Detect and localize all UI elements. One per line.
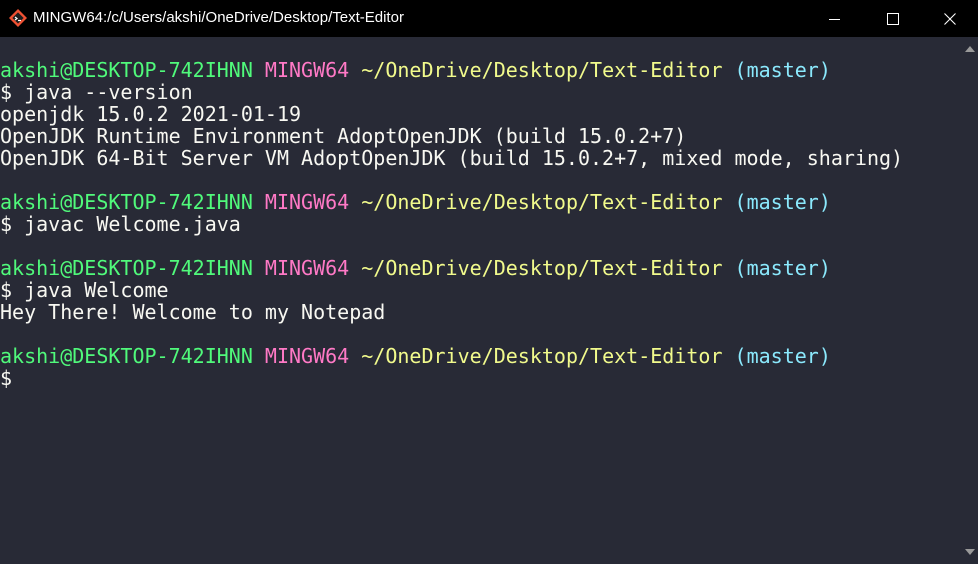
prompt-msystem: MINGW64 [264, 344, 350, 368]
prompt-msystem: MINGW64 [264, 190, 350, 214]
prompt-user-host: akshi@DESKTOP-742IHNN [0, 58, 253, 82]
prompt-line: akshi@DESKTOP-742IHNN MINGW64 ~/OneDrive… [0, 345, 831, 367]
prompt-msystem: MINGW64 [264, 256, 350, 280]
prompt-user-host: akshi@DESKTOP-742IHNN [0, 256, 253, 280]
terminal-window: MINGW64:/c/Users/akshi/OneDrive/Desktop/… [0, 0, 978, 564]
scroll-down-button[interactable] [962, 544, 978, 560]
prompt-msystem: MINGW64 [264, 58, 350, 82]
terminal-output[interactable]: akshi@DESKTOP-742IHNN MINGW64 ~/OneDrive… [0, 37, 960, 564]
command-prompt-input[interactable]: $ [0, 367, 12, 389]
git-bash-icon [9, 9, 27, 27]
minimize-button[interactable] [806, 0, 864, 37]
maximize-icon [887, 12, 899, 25]
prompt-branch: (master) [734, 190, 831, 214]
output-line: OpenJDK 64-Bit Server VM AdoptOpenJDK (b… [0, 146, 904, 170]
title-bar[interactable]: MINGW64:/c/Users/akshi/OneDrive/Desktop/… [0, 0, 978, 37]
maximize-button[interactable] [864, 0, 922, 37]
prompt-path: ~/OneDrive/Desktop/Text-Editor [361, 190, 723, 214]
command-line: $ java Welcome [0, 278, 169, 302]
prompt-line: akshi@DESKTOP-742IHNN MINGW64 ~/OneDrive… [0, 191, 831, 213]
close-icon [944, 12, 956, 25]
scroll-up-icon [965, 46, 975, 52]
prompt-branch: (master) [734, 256, 831, 280]
close-button[interactable] [922, 0, 978, 37]
output-line: openjdk 15.0.2 2021-01-19 [0, 102, 302, 126]
prompt-line: akshi@DESKTOP-742IHNN MINGW64 ~/OneDrive… [0, 59, 831, 81]
prompt-path: ~/OneDrive/Desktop/Text-Editor [361, 58, 723, 82]
prompt-path: ~/OneDrive/Desktop/Text-Editor [361, 256, 723, 280]
prompt-path: ~/OneDrive/Desktop/Text-Editor [361, 344, 723, 368]
prompt-branch: (master) [734, 58, 831, 82]
vertical-scrollbar[interactable] [962, 37, 978, 564]
prompt-branch: (master) [734, 344, 831, 368]
prompt-line: akshi@DESKTOP-742IHNN MINGW64 ~/OneDrive… [0, 257, 831, 279]
command-line: $ javac Welcome.java [0, 212, 241, 236]
minimize-icon [829, 18, 840, 20]
window-title: MINGW64:/c/Users/akshi/OneDrive/Desktop/… [33, 9, 404, 26]
output-line: Hey There! Welcome to my Notepad [0, 300, 386, 324]
scroll-up-button[interactable] [962, 41, 978, 57]
command-line: $ java --version [0, 80, 193, 104]
prompt-user-host: akshi@DESKTOP-742IHNN [0, 190, 253, 214]
output-line: OpenJDK Runtime Environment AdoptOpenJDK… [0, 124, 687, 148]
scroll-down-icon [965, 549, 975, 555]
prompt-user-host: akshi@DESKTOP-742IHNN [0, 344, 253, 368]
